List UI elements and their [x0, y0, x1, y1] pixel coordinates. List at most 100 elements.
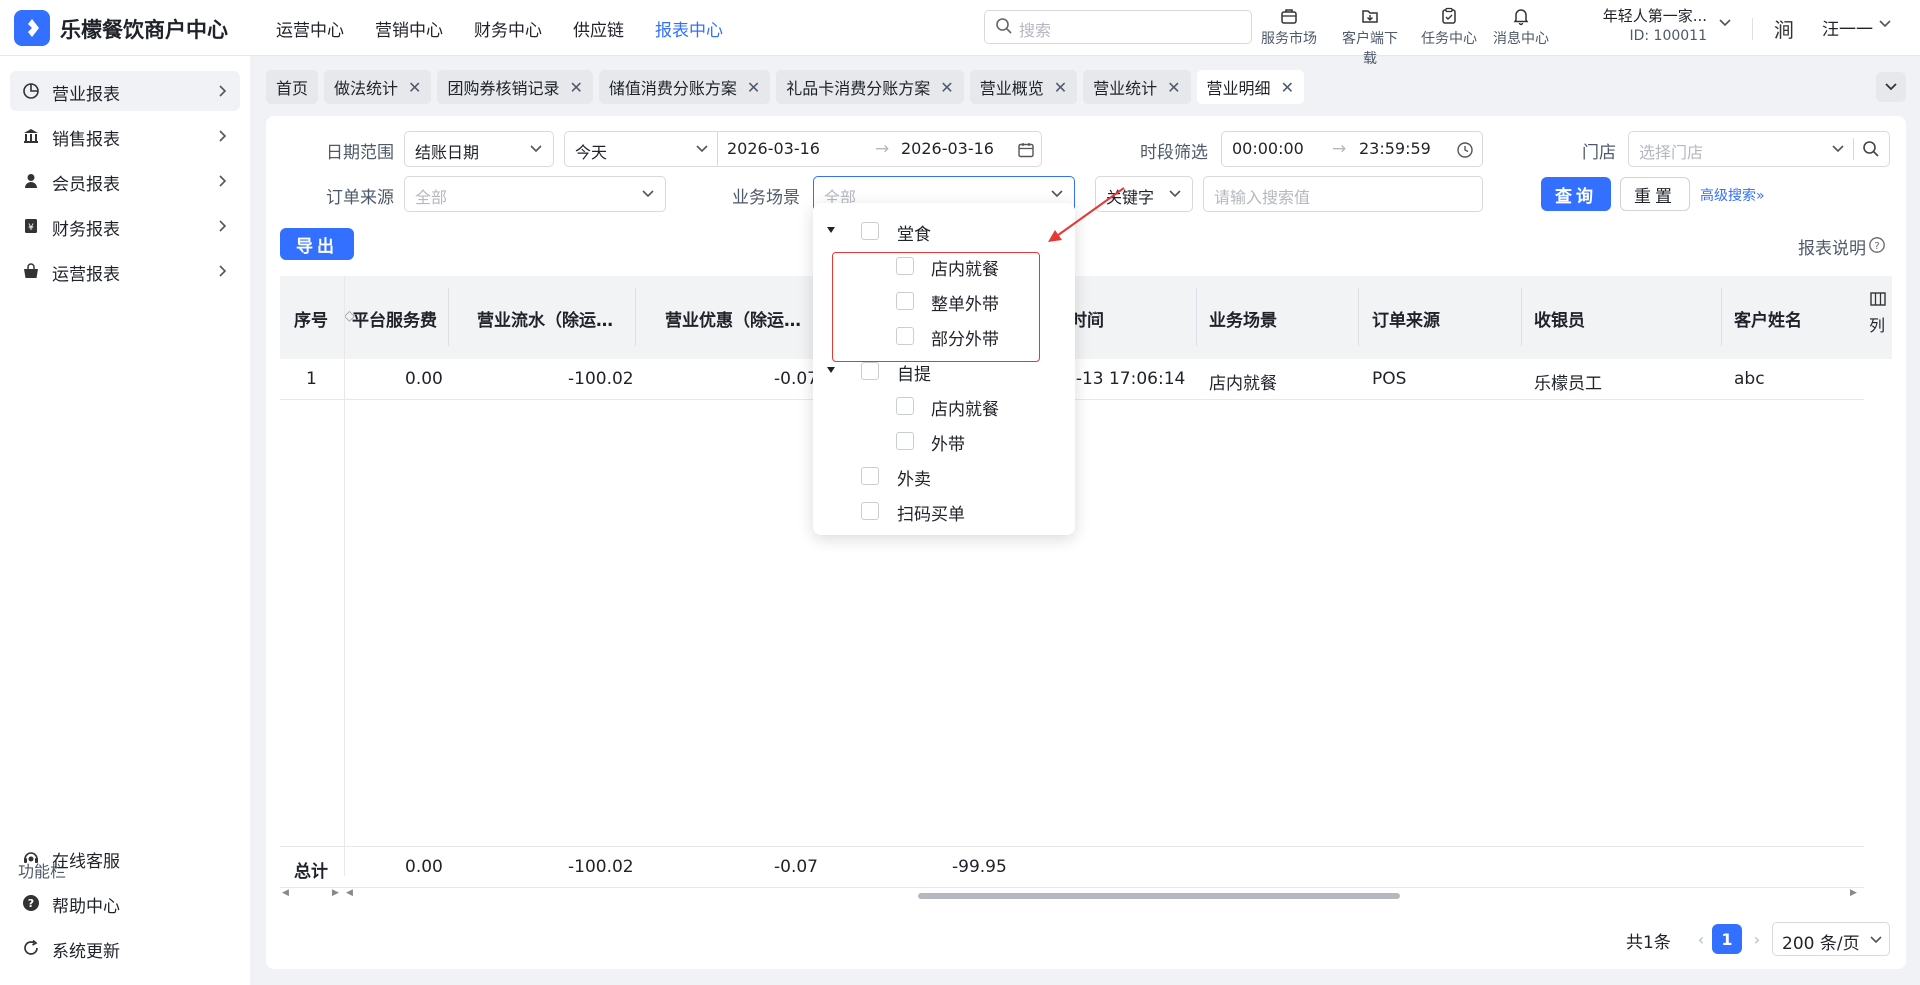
- sidebar-item-ops-report[interactable]: 运营报表: [10, 251, 240, 291]
- tree-group-dine-in[interactable]: 堂食: [827, 217, 1057, 245]
- app-logo[interactable]: [14, 10, 50, 46]
- chevron-down-icon[interactable]: [1878, 19, 1892, 29]
- expand-caret-icon[interactable]: [827, 227, 835, 233]
- checkbox[interactable]: [861, 362, 879, 380]
- time-filter-label: 时段筛选: [1140, 143, 1208, 163]
- tabs-more-button[interactable]: [1876, 72, 1906, 102]
- scroll-left-icon[interactable]: ◀: [346, 888, 353, 898]
- sidebar-item-online-support[interactable]: 在线客服: [10, 838, 240, 878]
- sidebar-item-sales-report[interactable]: 销售报表: [10, 116, 240, 156]
- order-source-select[interactable]: 全部: [404, 176, 666, 212]
- chevron-right-icon: [219, 265, 227, 277]
- tab-business-overview[interactable]: 营业概览 ✕: [969, 70, 1078, 104]
- checkbox[interactable]: [896, 397, 914, 415]
- checkbox[interactable]: [861, 222, 879, 240]
- account-switcher[interactable]: 年轻人第一家... ID: 100011: [1587, 5, 1707, 44]
- chevron-down-icon[interactable]: [1718, 18, 1732, 28]
- reset-button[interactable]: 重置: [1620, 177, 1690, 211]
- sort-icon[interactable]: ◇: [1090, 308, 1101, 324]
- global-search[interactable]: 搜索: [984, 10, 1252, 44]
- tree-option-pickup-dine-in[interactable]: 店内就餐: [827, 392, 1057, 420]
- tool-service-market[interactable]: 服务市场: [1256, 6, 1322, 48]
- nav-reports[interactable]: 报表中心: [655, 16, 723, 41]
- close-icon[interactable]: ✕: [1054, 78, 1067, 97]
- col-service-fee[interactable]: 平台服务费: [352, 306, 437, 331]
- scrollbar-thumb[interactable]: [918, 893, 1400, 899]
- time-start[interactable]: 00:00:00: [1232, 139, 1304, 158]
- scroll-left-icon[interactable]: ◀: [282, 888, 289, 898]
- checkbox[interactable]: [861, 502, 879, 520]
- sidebar-item-help-center[interactable]: ? 帮助中心: [10, 883, 240, 923]
- tab-practice-stats[interactable]: 做法统计 ✕: [324, 70, 432, 104]
- tool-client-download[interactable]: 客户端下载: [1336, 6, 1404, 68]
- range-arrow-icon: →: [875, 139, 890, 159]
- date-preset[interactable]: 今天: [575, 139, 607, 163]
- question-icon[interactable]: ?: [1868, 236, 1886, 254]
- col-revenue[interactable]: 营业流水（除运…: [477, 306, 613, 331]
- close-icon[interactable]: ✕: [408, 78, 421, 97]
- tree-group-delivery[interactable]: 外卖: [827, 462, 1057, 490]
- nav-supply-chain[interactable]: 供应链: [573, 16, 624, 41]
- tab-business-detail[interactable]: 营业明细 ✕: [1196, 70, 1304, 104]
- username[interactable]: 汪一一: [1822, 15, 1873, 40]
- expand-caret-icon[interactable]: [827, 367, 835, 373]
- date-end[interactable]: 2026-03-16: [901, 139, 994, 158]
- tab-voucher-records[interactable]: 团购券核销记录 ✕: [437, 70, 593, 104]
- nav-finance[interactable]: 财务中心: [474, 16, 542, 41]
- column-divider[interactable]: [1196, 288, 1197, 346]
- scroll-right-icon[interactable]: ▶: [332, 888, 339, 898]
- tab-gift-card-split[interactable]: 礼品卡消费分账方案 ✕: [776, 70, 964, 104]
- table-summary-row: 总计 0.00 -100.02 -0.07 -99.95: [280, 846, 1864, 888]
- column-divider[interactable]: [1521, 288, 1522, 346]
- calendar-icon[interactable]: [1017, 141, 1035, 159]
- close-icon[interactable]: ✕: [747, 78, 760, 97]
- store-select[interactable]: 选择门店: [1628, 131, 1890, 167]
- refresh-icon: [24, 939, 38, 955]
- page-number[interactable]: 1: [1712, 924, 1742, 954]
- query-button[interactable]: 查询: [1541, 177, 1611, 211]
- checkbox[interactable]: [861, 467, 879, 485]
- column-divider[interactable]: [1358, 288, 1359, 346]
- scroll-right-icon[interactable]: ▶: [1850, 888, 1857, 898]
- time-range-picker[interactable]: 00:00:00 → 23:59:59: [1221, 131, 1483, 167]
- sidebar-item-system-update[interactable]: 系统更新: [10, 928, 240, 968]
- close-icon[interactable]: ✕: [569, 78, 582, 97]
- tree-group-scan-pay[interactable]: 扫码买单: [827, 497, 1057, 525]
- column-divider[interactable]: [635, 288, 636, 346]
- tab-stored-value-split[interactable]: 储值消费分账方案 ✕: [598, 70, 771, 104]
- page-size-select[interactable]: 200 条/页: [1772, 922, 1890, 956]
- avatar[interactable]: 涧: [1774, 14, 1804, 44]
- col-discount[interactable]: 营业优惠（除运…: [665, 306, 801, 331]
- column-divider[interactable]: [448, 288, 449, 346]
- close-icon[interactable]: ✕: [1281, 78, 1294, 97]
- export-button[interactable]: 导出: [280, 228, 354, 260]
- clock-icon: [1457, 142, 1473, 158]
- column-divider[interactable]: [1721, 288, 1722, 346]
- tab-home[interactable]: 首页: [266, 70, 319, 104]
- search-icon[interactable]: [1862, 140, 1880, 158]
- sidebar-item-finance-report[interactable]: ¥ 财务报表: [10, 206, 240, 246]
- tool-task-center[interactable]: 任务中心: [1416, 6, 1482, 48]
- tool-message-center[interactable]: 消息中心: [1488, 6, 1554, 48]
- column-settings-button[interactable]: 列: [1864, 276, 1892, 359]
- date-type-select[interactable]: 结账日期: [404, 131, 554, 167]
- columns-icon: [1870, 292, 1886, 306]
- time-end[interactable]: 23:59:59: [1359, 139, 1431, 158]
- sidebar-item-member-report[interactable]: 会员报表: [10, 161, 240, 201]
- date-range-picker[interactable]: 今天 2026-03-16 → 2026-03-16: [564, 131, 1042, 167]
- nav-marketing[interactable]: 营销中心: [375, 16, 443, 41]
- sidebar-item-business-report[interactable]: 营业报表: [10, 71, 240, 111]
- next-page-icon[interactable]: ›: [1742, 924, 1772, 954]
- date-start[interactable]: 2026-03-16: [727, 139, 820, 158]
- close-icon[interactable]: ✕: [1167, 78, 1180, 97]
- close-icon[interactable]: ✕: [940, 78, 953, 97]
- tab-business-stats[interactable]: 营业统计 ✕: [1083, 70, 1191, 104]
- keyword-input[interactable]: 请输入搜索值: [1203, 176, 1483, 212]
- nav-ops[interactable]: 运营中心: [276, 16, 344, 41]
- advanced-search-link[interactable]: 高级搜索»: [1700, 185, 1765, 205]
- checkbox[interactable]: [896, 432, 914, 450]
- horizontal-scrollbar[interactable]: ◀ ▶ ◀ ▶: [280, 888, 1864, 902]
- tree-option-pickup-takeaway[interactable]: 外带: [827, 427, 1057, 455]
- report-description-link[interactable]: 报表说明: [1798, 234, 1866, 259]
- chevron-right-icon: [219, 130, 227, 142]
